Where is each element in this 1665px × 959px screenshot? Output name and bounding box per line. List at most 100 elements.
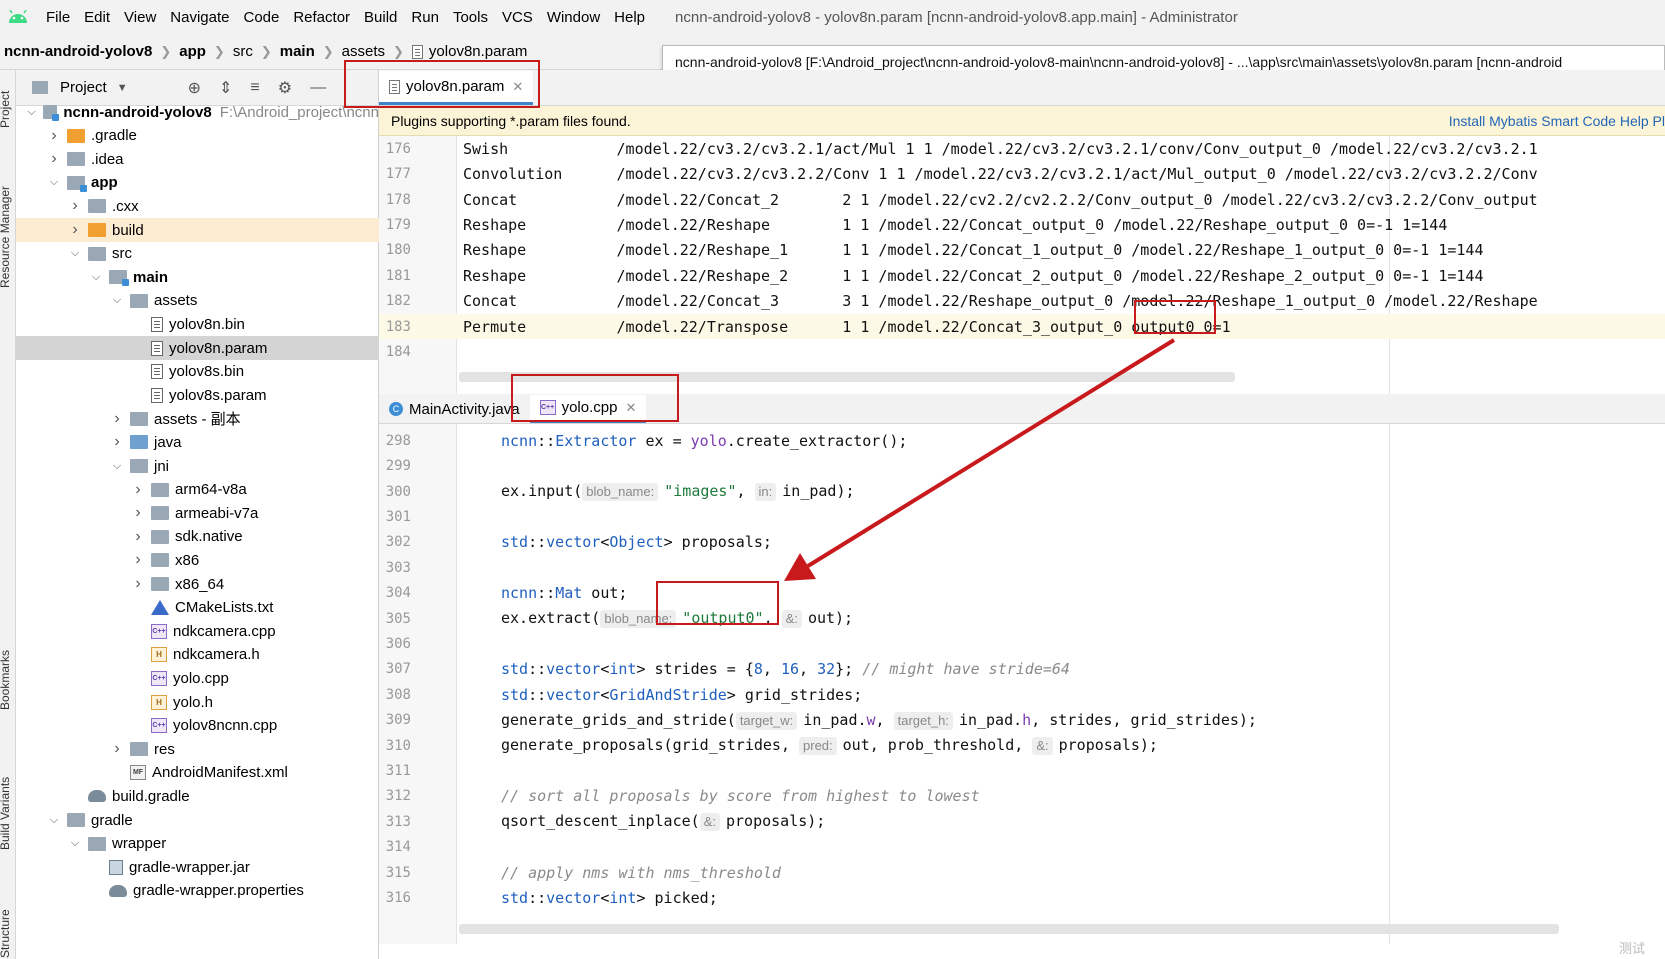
chevron-right-icon[interactable]: › xyxy=(110,433,124,451)
chevron-down-icon[interactable]: ⌵ xyxy=(47,176,61,189)
tree-item[interactable]: yolov8s.param xyxy=(16,383,379,407)
chevron-right-icon[interactable]: › xyxy=(131,528,145,546)
tree-item[interactable]: gradle-wrapper.jar xyxy=(16,855,379,879)
tree-item[interactable]: gradle-wrapper.properties xyxy=(16,879,379,903)
tree-item[interactable]: yolov8s.bin xyxy=(16,360,379,384)
tree-item-label: jni xyxy=(154,457,170,475)
breadcrumb-app[interactable]: app xyxy=(179,43,206,60)
menu-code[interactable]: Code xyxy=(243,9,279,26)
hide-icon[interactable]: — xyxy=(310,79,326,97)
tree-item[interactable]: ⌵ gradle xyxy=(16,808,379,832)
chevron-right-icon[interactable]: › xyxy=(110,740,124,758)
breadcrumb-src[interactable]: src xyxy=(233,43,253,60)
tree-item[interactable]: build.gradle xyxy=(16,784,379,808)
chevron-right-icon[interactable]: › xyxy=(68,197,82,215)
tree-item[interactable]: › sdk.native xyxy=(16,525,379,549)
tree-item[interactable]: ⌵ src xyxy=(16,242,379,266)
menu-window[interactable]: Window xyxy=(547,9,600,26)
menu-help[interactable]: Help xyxy=(614,9,645,26)
chevron-right-icon[interactable]: › xyxy=(47,150,61,168)
tree-item[interactable]: MF AndroidManifest.xml xyxy=(16,761,379,785)
tree-item[interactable]: › arm64-v8a xyxy=(16,478,379,502)
tree-item-label: yolo.h xyxy=(173,693,214,711)
tree-item[interactable]: › build xyxy=(16,218,379,242)
breadcrumb-assets[interactable]: assets xyxy=(342,43,385,60)
folder-icon xyxy=(130,459,148,473)
menu-tools[interactable]: Tools xyxy=(453,9,488,26)
tree-item[interactable]: ⌵ wrapper xyxy=(16,832,379,856)
breadcrumb-project[interactable]: ncnn-android-yolov8 xyxy=(4,43,152,60)
menu-refactor[interactable]: Refactor xyxy=(293,9,350,26)
chevron-down-icon[interactable]: ⌵ xyxy=(110,294,124,307)
menu-view[interactable]: View xyxy=(124,9,156,26)
breadcrumb-file[interactable]: yolov8n.param xyxy=(411,43,527,60)
param-code-area[interactable]: 176 Swish /model.22/cv3.2/cv3.2.1/act/Mul… xyxy=(379,136,1665,400)
tree-item-label: x86 xyxy=(175,551,200,569)
chevron-right-icon[interactable]: › xyxy=(131,551,145,569)
gear-icon[interactable]: ⚙ xyxy=(278,78,292,98)
tree-item[interactable]: yolov8n.bin xyxy=(16,312,379,336)
chevron-right-icon[interactable]: › xyxy=(131,481,145,499)
chevron-down-icon[interactable]: ⌵ xyxy=(68,247,82,260)
code-text: Concat /model.22/Concat_2 2 1 /model.22/… xyxy=(463,190,1538,209)
tool-tab-bookmarks[interactable]: Bookmarks xyxy=(0,650,12,710)
gradle-icon xyxy=(88,790,106,803)
expand-all-icon[interactable]: ⇕ xyxy=(219,78,232,98)
menu-vcs[interactable]: VCS xyxy=(502,9,533,26)
tool-tab-resource-manager[interactable]: Resource Manager xyxy=(0,186,12,288)
tool-tab-build-variants[interactable]: Build Variants xyxy=(0,777,12,850)
tool-tab-structure[interactable]: Structure xyxy=(0,909,12,958)
tree-item[interactable]: yolov8n.param xyxy=(16,336,379,360)
chevron-right-icon[interactable]: › xyxy=(68,221,82,239)
tree-item[interactable]: ⌵ main xyxy=(16,265,379,289)
chevron-right-icon[interactable]: › xyxy=(131,575,145,593)
tree-item[interactable]: › x86_64 xyxy=(16,572,379,596)
tool-tab-project[interactable]: Project xyxy=(0,91,12,128)
tree-item[interactable]: › .gradle xyxy=(16,124,379,148)
tree-item[interactable]: C++ ndkcamera.cpp xyxy=(16,619,379,643)
chevron-right-icon[interactable]: › xyxy=(131,504,145,522)
project-view-label[interactable]: Project xyxy=(60,79,107,96)
tree-item[interactable]: C++ yolo.cpp xyxy=(16,666,379,690)
tree-item[interactable]: › .cxx xyxy=(16,194,379,218)
chevron-down-icon[interactable]: ⌵ xyxy=(89,271,103,284)
menu-edit[interactable]: Edit xyxy=(84,9,110,26)
left-tool-strip: Project Resource Manager Bookmarks Build… xyxy=(0,70,16,959)
chevron-down-icon[interactable]: ⌵ xyxy=(68,837,82,850)
tree-item[interactable]: C++ yolov8ncnn.cpp xyxy=(16,714,379,738)
collapse-all-icon[interactable]: ≡ xyxy=(250,79,259,97)
tab-mainactivity-java[interactable]: C MainActivity.java xyxy=(379,395,530,423)
line-number: 178 xyxy=(385,191,411,208)
line-number: 182 xyxy=(385,293,411,310)
chevron-down-icon[interactable]: ⌵ xyxy=(110,460,124,473)
tree-item[interactable]: › java xyxy=(16,430,379,454)
tree-item[interactable]: CMakeLists.txt xyxy=(16,596,379,620)
locate-icon[interactable]: ⊕ xyxy=(188,78,201,98)
watermark: 测试 xyxy=(1618,941,1645,956)
tree-item[interactable]: ⌵ jni xyxy=(16,454,379,478)
tree-item[interactable]: › .idea xyxy=(16,147,379,171)
menu-build[interactable]: Build xyxy=(364,9,397,26)
cpp-code-area[interactable]: 298 ncnn::Extractor ex = yolo.create_extr… xyxy=(379,424,1665,944)
chevron-down-icon[interactable]: ▼ xyxy=(117,82,128,94)
tree-item[interactable]: › assets - 副本 xyxy=(16,407,379,431)
tree-item[interactable]: ⌵ ncnn-android-yolov8 F:\Android_project\n… xyxy=(16,100,379,124)
chevron-right-icon[interactable]: › xyxy=(47,127,61,145)
chevron-down-icon[interactable]: ⌵ xyxy=(47,814,61,827)
menu-file[interactable]: File xyxy=(46,9,70,26)
tree-item[interactable]: ⌵ app xyxy=(16,171,379,195)
code-token: :: xyxy=(537,584,556,603)
tree-item[interactable]: Hndkcamera.h xyxy=(16,643,379,667)
menu-run[interactable]: Run xyxy=(411,9,439,26)
install-plugin-link[interactable]: Install Mybatis Smart Code Help Pl xyxy=(1449,113,1665,129)
horizontal-scrollbar[interactable] xyxy=(459,924,1559,934)
tree-item[interactable]: › armeabi-v7a xyxy=(16,501,379,525)
chevron-down-icon[interactable]: ⌵ xyxy=(26,106,37,119)
breadcrumb-main[interactable]: main xyxy=(280,43,315,60)
tree-item[interactable]: ⌵ assets xyxy=(16,289,379,313)
tree-item[interactable]: › x86 xyxy=(16,548,379,572)
chevron-right-icon[interactable]: › xyxy=(110,410,124,428)
tree-item[interactable]: › res xyxy=(16,737,379,761)
menu-navigate[interactable]: Navigate xyxy=(170,9,229,26)
tree-item[interactable]: Hyolo.h xyxy=(16,690,379,714)
